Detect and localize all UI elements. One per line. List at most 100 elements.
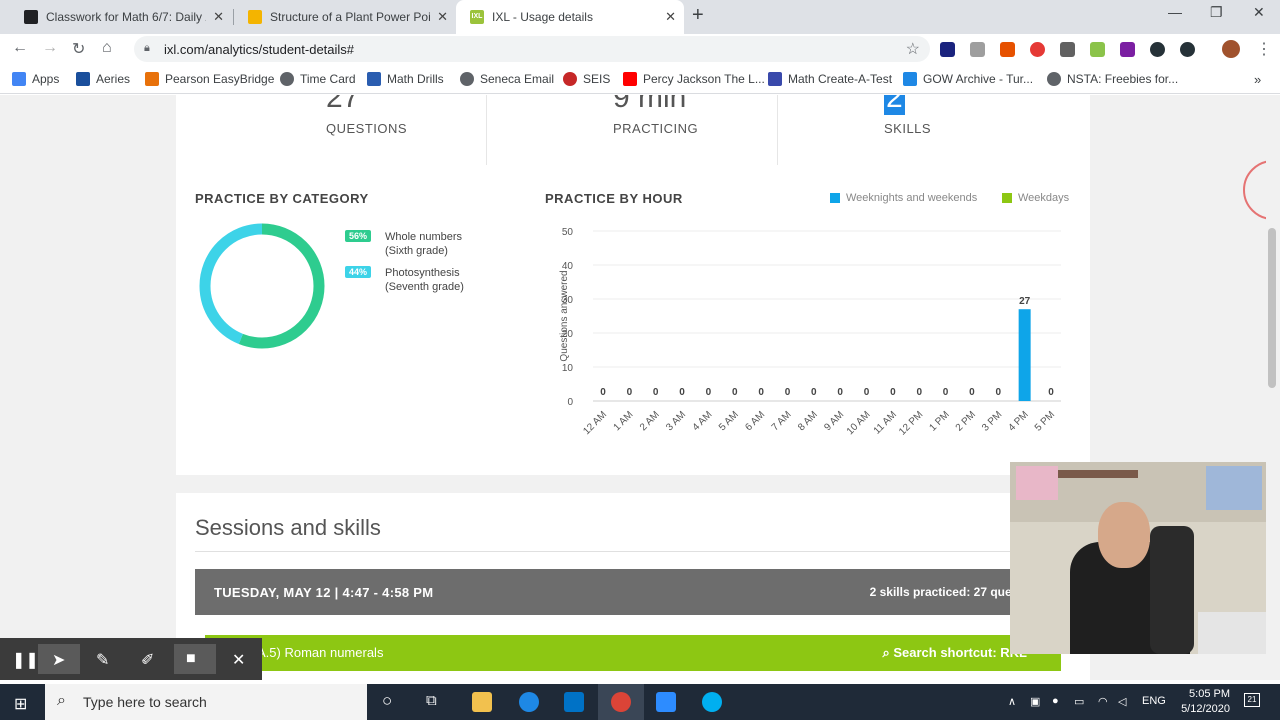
extension-icon[interactable] [1180,42,1195,57]
pointer-icon[interactable]: ➤ [52,650,65,670]
notification-icon[interactable]: 21 [1244,693,1260,707]
skill-row[interactable]: A.5) Roman numerals ⌕ Search shortcut: R… [205,635,1061,671]
close-icon[interactable]: ✕ [437,9,448,25]
highlighter-icon[interactable]: ✐ [141,650,154,670]
chrome-icon[interactable] [611,692,631,712]
tab-classwork[interactable]: Classwork for Math 6/7: Daily Zo ✕ [10,0,232,34]
extension-icon[interactable] [1120,42,1135,57]
bookmark-time-card[interactable]: Time Card [280,72,356,86]
pen-icon[interactable]: ✎ [96,650,109,670]
bookmark-apps[interactable]: Apps [12,72,59,86]
category-label-line: Photosynthesis [385,267,460,279]
bookmark-math-create[interactable]: Math Create-A-Test [768,72,892,86]
language-indicator[interactable]: ENG [1142,695,1166,707]
classroom-icon [24,10,38,24]
bookmark-percy-jackson[interactable]: Percy Jackson The L... [623,72,765,86]
scrollbar-thumb[interactable] [1268,228,1276,388]
camera-icon[interactable]: ■ [186,650,196,668]
y-tick-label: 10 [562,363,574,374]
extension-icon[interactable] [970,42,985,57]
math-drills-icon [367,72,381,86]
tray-chevron-icon[interactable]: ∧ [1008,695,1016,708]
x-tick-label: 5 AM [717,409,741,433]
x-tick-label: 10 AM [845,409,873,437]
gow-icon [903,72,917,86]
bookmark-star-icon[interactable]: ☆ [906,39,920,59]
tab-ixl[interactable]: IXL IXL - Usage details ✕ [456,0,684,34]
minimize-icon[interactable]: — [1168,4,1182,20]
bookmarks-overflow-icon[interactable]: » [1254,72,1261,87]
legend-swatch [830,193,840,203]
forward-icon[interactable]: → [42,39,58,57]
legend-swatch [1002,193,1012,203]
home-icon[interactable]: ⌂ [102,39,112,57]
bookmark-label: Math Create-A-Test [788,72,893,86]
clock[interactable]: 5:05 PM 5/12/2020 [1170,687,1230,717]
data-label: 0 [837,387,843,398]
bed [1198,612,1266,654]
close-icon[interactable]: ✕ [213,9,224,25]
menu-icon[interactable]: ⋮ [1256,39,1272,59]
bookmark-gow[interactable]: GOW Archive - Tur... [903,72,1033,86]
battery-icon[interactable]: ▭ [1074,695,1084,708]
wifi-icon[interactable]: ◠ [1098,695,1108,708]
legend-label: Weeknights and weekends [846,192,978,204]
bookmark-aeries[interactable]: Aeries [76,72,130,86]
volume-icon[interactable]: ◁ [1118,695,1126,708]
search-shortcut[interactable]: ⌕ Search shortcut: RKL [882,645,1027,661]
bookmark-seis[interactable]: SEIS [563,72,610,86]
windows-taskbar: ⊞ ⌕ Type here to search ○ ⧉ ∧ ▣ ● ▭ ◠ ◁ … [0,684,1280,720]
stat-label: PRACTICING [613,121,699,136]
back-icon[interactable]: ← [12,39,28,57]
wall-poster [1206,466,1262,510]
reload-icon[interactable]: ↻ [72,39,85,59]
session-header[interactable]: TUESDAY, MAY 12 | 4:47 - 4:58 PM 2 skill… [195,569,1071,615]
data-label: 0 [785,387,791,398]
zoom-icon[interactable] [656,692,676,712]
close-icon[interactable]: ✕ [232,650,245,670]
extension-icon[interactable] [1150,42,1165,57]
tab-title: IXL - Usage details [492,10,593,24]
category-pct-badge: 56% [345,230,372,242]
pause-icon[interactable]: ❚❚ [12,650,39,670]
extension-icon[interactable] [1090,42,1105,57]
x-tick-label: 1 PM [927,409,951,433]
skype-icon[interactable] [702,692,722,712]
tray-app-icon[interactable]: ▣ [1030,695,1040,708]
data-label: 0 [627,387,633,398]
skill-name[interactable]: A.5) Roman numerals [257,645,383,660]
bookmark-pearson[interactable]: Pearson EasyBridge [145,72,274,86]
taskbar-search[interactable]: ⌕ Type here to search [45,684,367,720]
outlook-icon[interactable] [564,692,584,712]
maximize-icon[interactable]: ❐ [1210,4,1223,21]
bookmark-label: Seneca Email [480,72,555,86]
tab-title: Classwork for Math 6/7: Daily Zo [46,10,206,24]
windows-start-icon[interactable]: ⊞ [14,694,27,714]
x-tick-label: 2 PM [954,409,978,433]
category-label-whole-numbers: Whole numbers (Sixth grade) [385,230,462,258]
microphone-icon[interactable]: ● [1052,695,1059,707]
tab-powerpoint[interactable]: Structure of a Plant Power Point ✕ [234,0,456,34]
window-close-icon[interactable]: ✕ [1253,4,1265,21]
extension-c-icon[interactable] [940,42,955,57]
task-view-icon[interactable]: ⧉ [426,692,437,709]
bookmark-nsta[interactable]: NSTA: Freebies for... [1047,72,1178,86]
practice-by-hour-chart: 01020304050Questions answered012 AM01 AM… [559,227,1061,438]
file-explorer-icon[interactable] [472,692,492,712]
x-tick-label: 3 PM [980,409,1004,433]
new-tab-button[interactable]: + [692,4,704,27]
cortana-icon[interactable]: ○ [382,691,392,711]
bookmark-math-drills[interactable]: Math Drills [367,72,444,86]
close-icon[interactable]: ✕ [665,9,676,25]
avatar[interactable] [1222,40,1240,58]
extension-icon[interactable] [1060,42,1075,57]
edge-icon[interactable] [519,692,539,712]
address-bar[interactable]: 🔒︎ ixl.com/analytics/student-details# ☆ [134,36,930,62]
bookmark-seneca[interactable]: Seneca Email [460,72,554,86]
webcam-overlay [1010,462,1266,654]
floating-widget[interactable] [1243,160,1266,220]
extension-icon[interactable] [1000,42,1015,57]
extension-icon[interactable] [1030,42,1045,57]
data-label: 0 [1048,387,1054,398]
y-tick-label: 50 [562,227,574,238]
